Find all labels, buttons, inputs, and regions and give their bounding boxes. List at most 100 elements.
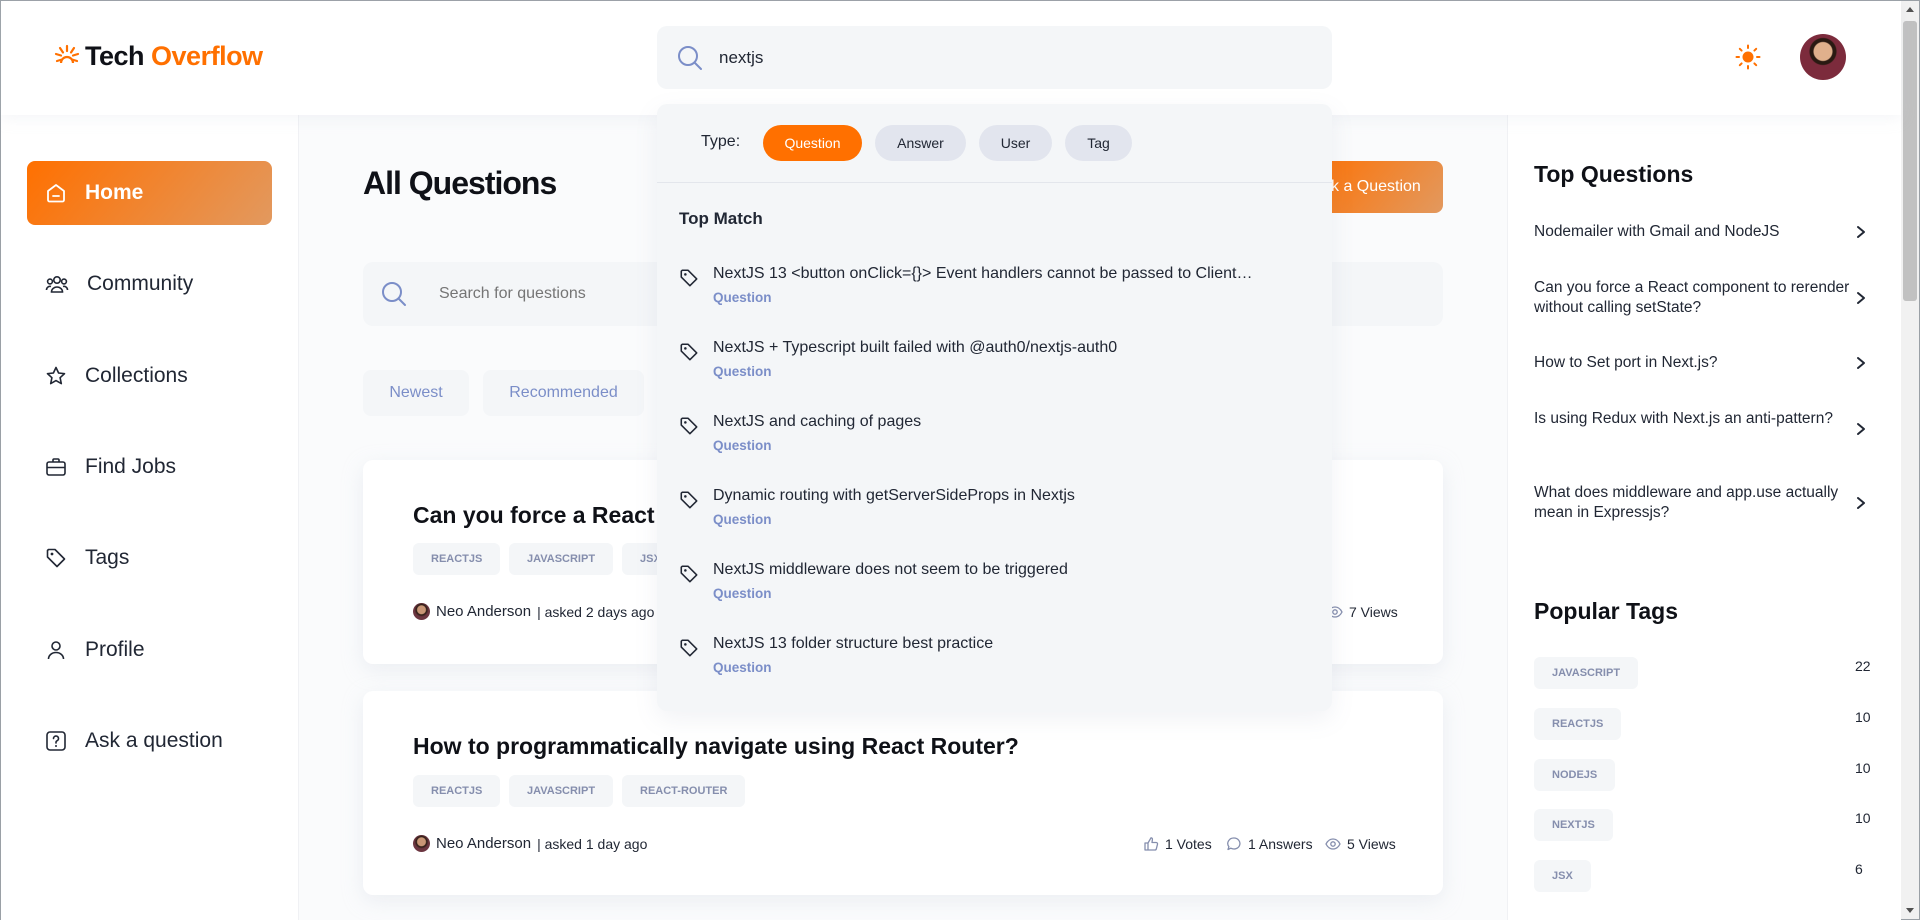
avatar — [413, 603, 430, 620]
result-title: NextJS 13 <button onClick={}> Event hand… — [713, 265, 1253, 282]
page-scrollbar[interactable] — [1901, 1, 1919, 919]
question-author[interactable]: Neo Anderson | asked 1 day ago — [413, 835, 647, 852]
question-views: 7 Views — [1327, 604, 1398, 620]
search-result-item[interactable]: NextJS 13 folder structure best practice… — [677, 635, 1317, 695]
search-result-item[interactable]: NextJS middleware does not seem to be tr… — [677, 561, 1317, 621]
popular-tag-chip[interactable]: REACTJS — [1534, 708, 1622, 740]
scrollbar-thumb[interactable] — [1903, 21, 1917, 301]
tag-count: 10 — [1855, 709, 1871, 725]
result-title: NextJS + Typescript built failed with @a… — [713, 339, 1118, 356]
sidebar-item-label: Home — [85, 181, 144, 204]
chevron-right-icon[interactable] — [1855, 356, 1867, 370]
top-question-item[interactable]: Can you force a React component to reren… — [1534, 278, 1864, 318]
top-question-item[interactable]: Nodemailer with Gmail and NodeJS — [1534, 222, 1864, 242]
sidebar-item-home[interactable]: Home — [27, 161, 272, 225]
theme-toggle[interactable] — [1735, 44, 1761, 70]
search-icon — [677, 45, 703, 71]
result-title: NextJS middleware does not seem to be tr… — [713, 561, 1068, 578]
type-filter-answer[interactable]: Answer — [875, 125, 966, 161]
logo[interactable]: Tech Overflow — [53, 41, 263, 72]
top-question-item[interactable]: How to Set port in Next.js? — [1534, 353, 1864, 373]
result-title: NextJS 13 folder structure best practice — [713, 635, 994, 652]
question-answers: 1 Answers — [1226, 836, 1313, 852]
author-name: Neo Anderson — [436, 835, 532, 852]
briefcase-icon — [45, 456, 67, 478]
global-search[interactable] — [657, 26, 1332, 89]
divider — [657, 182, 1332, 183]
eye-icon — [1325, 836, 1341, 852]
tag-icon — [679, 638, 699, 658]
tag-chip[interactable]: REACT-ROUTER — [622, 775, 746, 807]
tag-chip[interactable]: REACTJS — [413, 775, 501, 807]
chevron-right-icon[interactable] — [1855, 291, 1867, 305]
avatar — [413, 835, 430, 852]
tag-icon — [679, 416, 699, 436]
logo-text-tech: Tech — [85, 41, 145, 71]
tag-icon — [45, 547, 67, 569]
tag-count: 22 — [1855, 658, 1871, 674]
question-title[interactable]: How to programmatically navigate using R… — [413, 733, 1019, 760]
message-icon — [1226, 836, 1242, 852]
tag-count: 6 — [1855, 861, 1863, 877]
sidebar-item-ask-question[interactable]: Ask a question — [27, 709, 272, 773]
views-count: 7 Views — [1349, 604, 1398, 620]
logo-text: Tech Overflow — [85, 41, 263, 72]
sidebar-item-collections[interactable]: Collections — [27, 344, 272, 408]
sidebar-item-find-jobs[interactable]: Find Jobs — [27, 435, 272, 499]
chevron-right-icon[interactable] — [1855, 496, 1867, 510]
tag-count: 10 — [1855, 810, 1871, 826]
tag-chip[interactable]: REACTJS — [413, 543, 501, 575]
thumbs-up-icon — [1143, 836, 1159, 852]
scroll-up-arrow-icon[interactable] — [1906, 7, 1914, 12]
sidebar-item-label: Tags — [85, 546, 130, 569]
logo-text-overflow: Overflow — [151, 41, 263, 71]
tag-count: 10 — [1855, 760, 1871, 776]
popular-tag-chip[interactable]: NODEJS — [1534, 759, 1616, 791]
question-title[interactable]: Can you force a React c — [413, 502, 674, 529]
scroll-down-arrow-icon[interactable] — [1906, 908, 1914, 913]
result-type: Question — [713, 290, 772, 305]
popular-tag-chip[interactable]: JSX — [1534, 860, 1591, 892]
tag-chip[interactable]: JAVASCRIPT — [509, 775, 614, 807]
type-filter-user[interactable]: User — [979, 125, 1052, 161]
result-type: Question — [713, 660, 772, 675]
tag-icon — [679, 490, 699, 510]
navbar: Tech Overflow — [1, 1, 1901, 115]
global-search-input[interactable] — [719, 47, 1279, 68]
top-question-item[interactable]: What does middleware and app.use actuall… — [1534, 483, 1864, 523]
logo-icon — [53, 43, 81, 71]
question-author[interactable]: Neo Anderson | asked 2 days ago — [413, 603, 654, 620]
popular-tag-chip[interactable]: JAVASCRIPT — [1534, 657, 1639, 689]
result-type: Question — [713, 512, 772, 527]
tag-icon — [679, 268, 699, 288]
type-filter-question[interactable]: Question — [763, 125, 862, 161]
sidebar-item-profile[interactable]: Profile — [27, 618, 272, 682]
asked-time: | asked 1 day ago — [537, 835, 648, 852]
question-votes: 1 Votes — [1143, 836, 1212, 852]
sidebar-item-label: Profile — [85, 638, 145, 661]
top-question-item[interactable]: Is using Redux with Next.js an anti-patt… — [1534, 409, 1864, 429]
search-result-item[interactable]: NextJS and caching of pages Question — [677, 413, 1317, 473]
user-avatar[interactable] — [1800, 34, 1846, 80]
filter-recommended[interactable]: Recommended — [483, 370, 644, 416]
sidebar-item-label: Find Jobs — [85, 455, 177, 478]
type-label: Type: — [701, 133, 741, 150]
sidebar-item-label: Ask a question — [85, 729, 223, 752]
filter-newest[interactable]: Newest — [363, 370, 469, 416]
search-result-item[interactable]: NextJS 13 <button onClick={}> Event hand… — [677, 265, 1317, 325]
result-title: Dynamic routing with getServerSideProps … — [713, 487, 1075, 504]
chevron-right-icon[interactable] — [1855, 422, 1867, 436]
sidebar-item-label: Collections — [85, 364, 188, 387]
result-type: Question — [713, 586, 772, 601]
popular-tag-chip[interactable]: NEXTJS — [1534, 809, 1613, 841]
type-filter-tag[interactable]: Tag — [1065, 125, 1132, 161]
tag-chip[interactable]: JAVASCRIPT — [509, 543, 614, 575]
chevron-right-icon[interactable] — [1855, 225, 1867, 239]
sidebar-item-tags[interactable]: Tags — [27, 526, 272, 590]
sidebar-item-community[interactable]: Community — [27, 252, 272, 316]
sidebar-item-label: Community — [87, 272, 194, 295]
search-result-item[interactable]: Dynamic routing with getServerSideProps … — [677, 487, 1317, 547]
tag-icon — [679, 564, 699, 584]
question-card[interactable]: How to programmatically navigate using R… — [363, 691, 1443, 895]
search-result-item[interactable]: NextJS + Typescript built failed with @a… — [677, 339, 1317, 399]
